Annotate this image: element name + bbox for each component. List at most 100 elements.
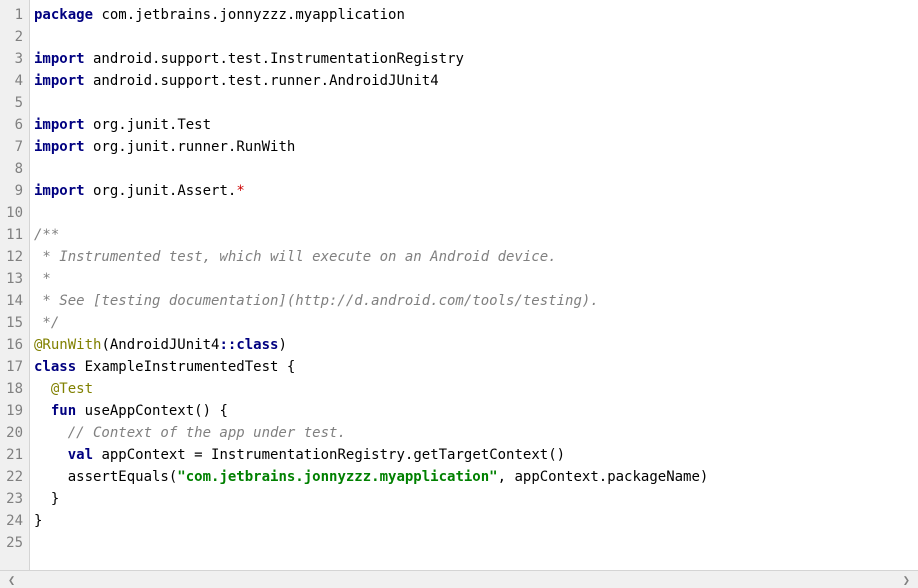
line-number: 10: [4, 202, 23, 224]
line-number: 21: [4, 444, 23, 466]
scroll-right-icon[interactable]: ❯: [903, 573, 910, 587]
code-line[interactable]: import android.support.test.Instrumentat…: [34, 48, 918, 70]
code-line[interactable]: class ExampleInstrumentedTest {: [34, 356, 918, 378]
line-number: 19: [4, 400, 23, 422]
token-com: *: [34, 271, 51, 287]
token-pkg: org: [85, 139, 119, 155]
token-kw: fun: [51, 403, 76, 419]
token-pkg: jonnyzzz: [219, 7, 286, 23]
token-pkg: org: [85, 117, 119, 133]
line-number: 15: [4, 312, 23, 334]
token-paren: ): [700, 469, 708, 485]
token-kw: package: [34, 7, 93, 23]
code-line[interactable]: /**: [34, 224, 918, 246]
token-pkg: com: [93, 7, 127, 23]
token-dot: .: [262, 51, 270, 67]
code-line[interactable]: val appContext = InstrumentationRegistry…: [34, 444, 918, 466]
token-pkg: support: [160, 51, 219, 67]
code-line[interactable]: import android.support.test.runner.Andro…: [34, 70, 918, 92]
code-line[interactable]: import org.junit.Assert.*: [34, 180, 918, 202]
token-brace: {: [219, 403, 227, 419]
token-dot: .: [219, 51, 227, 67]
token-com: // Context of the app under test.: [68, 425, 346, 441]
token-str: "com.jetbrains.jonnyzzz.myapplication": [177, 469, 497, 485]
token-cls: Test: [177, 117, 211, 133]
line-number: 20: [4, 422, 23, 444]
token-extra-text: useAppContext: [76, 403, 194, 419]
token-extra-text: [34, 425, 68, 441]
code-line[interactable]: *: [34, 268, 918, 290]
code-line[interactable]: [34, 532, 918, 554]
token-star: *: [236, 183, 244, 199]
scroll-left-icon[interactable]: ❮: [8, 573, 15, 587]
code-line[interactable]: fun useAppContext() {: [34, 400, 918, 422]
line-number-gutter: 1234567891011121314151617181920212223242…: [0, 0, 30, 570]
token-pkg: junit: [127, 117, 169, 133]
code-line[interactable]: }: [34, 510, 918, 532]
code-line[interactable]: import org.junit.Test: [34, 114, 918, 136]
token-extra-text: InstrumentationRegistry: [203, 447, 405, 463]
token-extra-text: [34, 447, 68, 463]
code-line[interactable]: [34, 26, 918, 48]
line-number: 16: [4, 334, 23, 356]
token-kw: import: [34, 73, 85, 89]
token-dot: .: [262, 73, 270, 89]
token-kw: import: [34, 51, 85, 67]
line-number: 1: [4, 4, 23, 26]
code-line[interactable]: }: [34, 488, 918, 510]
token-dot: .: [321, 73, 329, 89]
token-com: * See [testing documentation](http://d.a…: [34, 293, 599, 309]
token-op: ,: [498, 469, 506, 485]
code-line[interactable]: * Instrumented test, which will execute …: [34, 246, 918, 268]
code-editor[interactable]: 1234567891011121314151617181920212223242…: [0, 0, 918, 570]
code-line[interactable]: [34, 202, 918, 224]
code-area[interactable]: package com.jetbrains.jonnyzzz.myapplica…: [30, 0, 918, 570]
token-extra-text: [34, 403, 51, 419]
token-extra-text: appContext: [93, 447, 194, 463]
line-number: 7: [4, 136, 23, 158]
token-cls: RunWith: [236, 139, 295, 155]
line-number: 13: [4, 268, 23, 290]
token-dot: .: [118, 139, 126, 155]
code-line[interactable]: import org.junit.runner.RunWith: [34, 136, 918, 158]
line-number: 11: [4, 224, 23, 246]
token-cls: InstrumentationRegistry: [270, 51, 464, 67]
token-cls: AndroidJUnit4: [110, 337, 220, 353]
token-ann: @RunWith: [34, 337, 101, 353]
token-extra-text: [34, 381, 51, 397]
horizontal-scrollbar[interactable]: ❮ ❯: [0, 570, 918, 588]
token-pkg: junit: [127, 183, 169, 199]
token-paren: ): [278, 337, 286, 353]
line-number: 4: [4, 70, 23, 92]
token-dot: .: [219, 73, 227, 89]
code-line[interactable]: assertEquals("com.jetbrains.jonnyzzz.mya…: [34, 466, 918, 488]
token-extra-text: packageName: [607, 469, 700, 485]
token-com: /**: [34, 227, 59, 243]
token-pkg: support: [160, 73, 219, 89]
token-dot: .: [599, 469, 607, 485]
token-pkg: junit: [127, 139, 169, 155]
token-paren: (): [548, 447, 565, 463]
code-line[interactable]: @RunWith(AndroidJUnit4::class): [34, 334, 918, 356]
token-pkg: android: [85, 73, 152, 89]
token-pkg: jetbrains: [135, 7, 211, 23]
token-dot: .: [118, 117, 126, 133]
line-number: 8: [4, 158, 23, 180]
code-line[interactable]: // Context of the app under test.: [34, 422, 918, 444]
token-extra-text: getTargetContext: [413, 447, 548, 463]
token-pkg: test: [228, 73, 262, 89]
token-kw: class: [236, 337, 278, 353]
line-number: 18: [4, 378, 23, 400]
code-line[interactable]: [34, 92, 918, 114]
code-line[interactable]: @Test: [34, 378, 918, 400]
token-com: */: [34, 315, 59, 331]
code-line[interactable]: [34, 158, 918, 180]
line-number: 3: [4, 48, 23, 70]
code-line[interactable]: package com.jetbrains.jonnyzzz.myapplica…: [34, 4, 918, 26]
token-kw: import: [34, 117, 85, 133]
token-paren: (: [101, 337, 109, 353]
token-kw: import: [34, 183, 85, 199]
code-line[interactable]: * See [testing documentation](http://d.a…: [34, 290, 918, 312]
code-line[interactable]: */: [34, 312, 918, 334]
line-number: 22: [4, 466, 23, 488]
